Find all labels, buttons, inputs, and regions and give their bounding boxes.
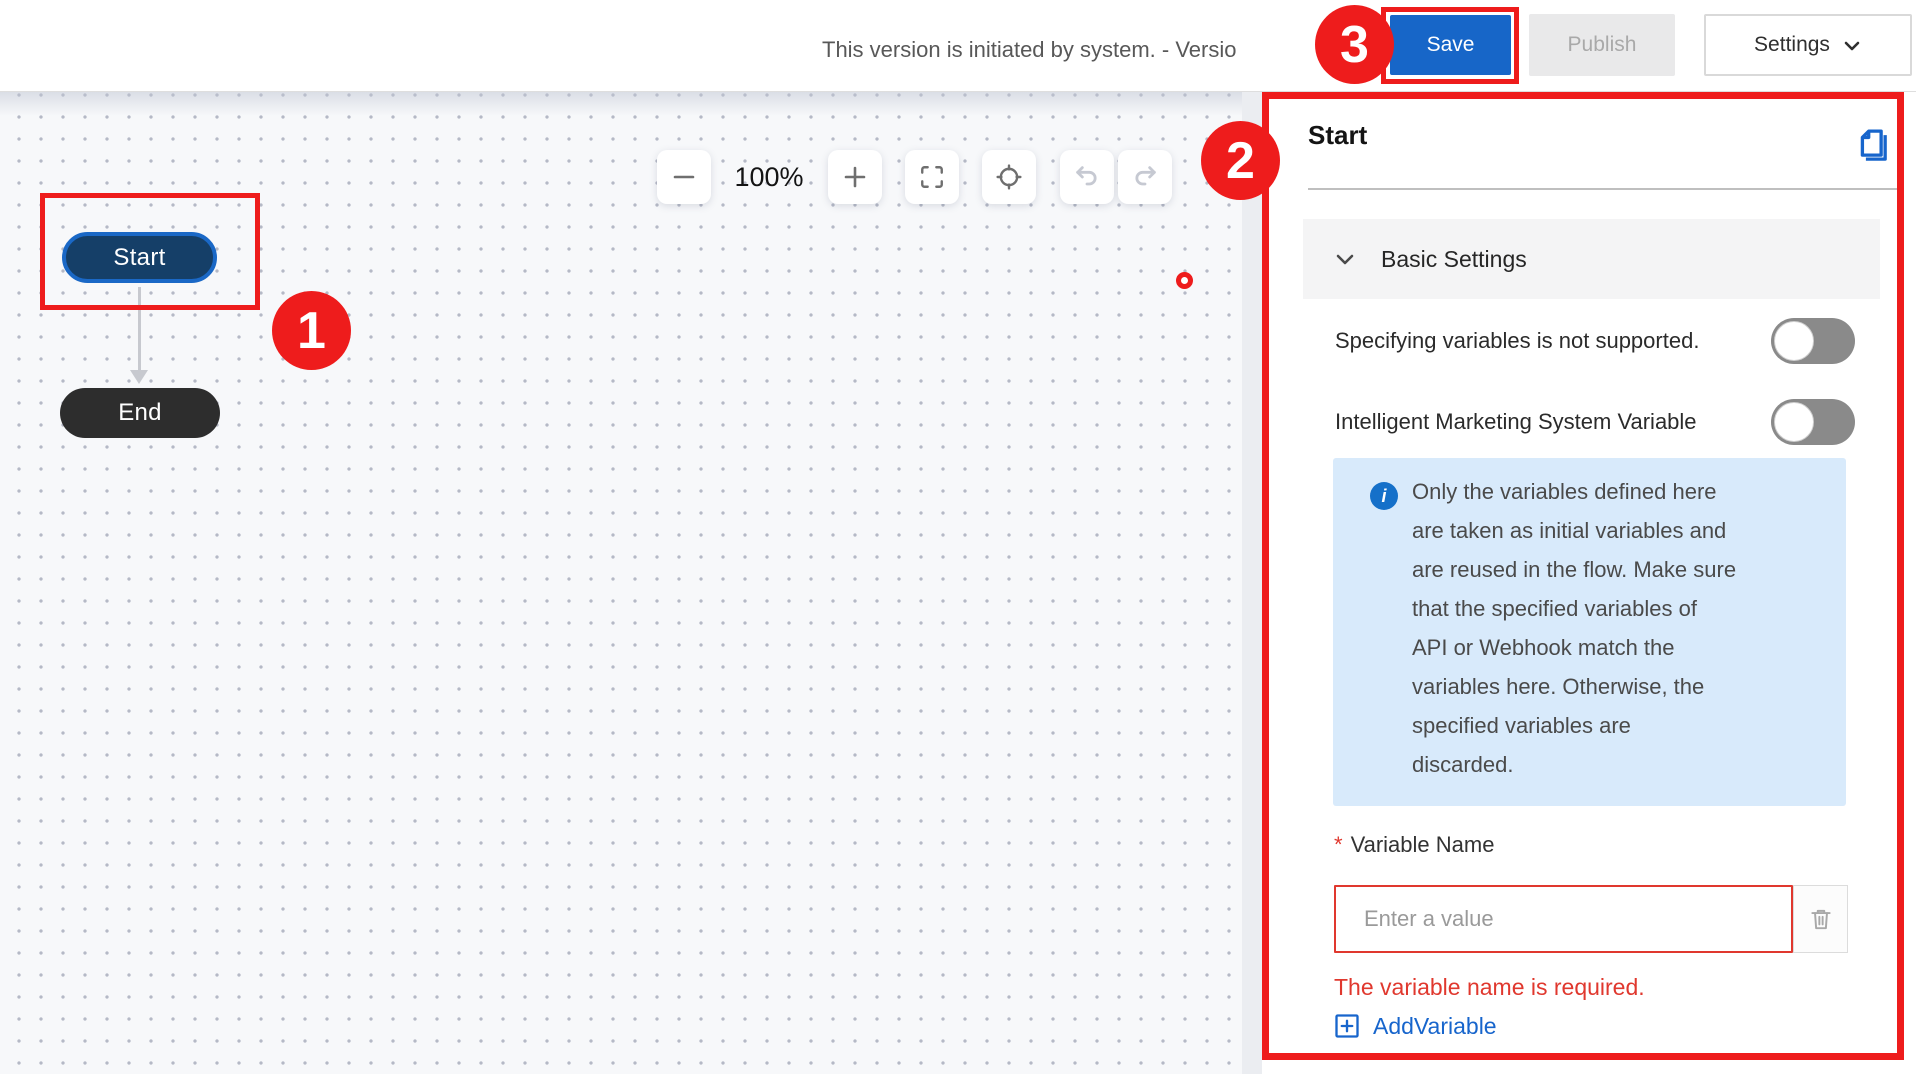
annotation-badge-1: 1 <box>272 291 351 370</box>
canvas-edge-strip <box>1242 92 1262 1074</box>
settings-button[interactable]: Settings <box>1704 14 1912 76</box>
publish-button[interactable]: Publish <box>1529 14 1675 76</box>
info-text: Only the variables defined here are take… <box>1412 479 1737 777</box>
chevron-down-icon <box>1844 41 1860 51</box>
click-marker-dot <box>1176 272 1193 289</box>
start-node[interactable]: Start <box>62 232 217 283</box>
panel-title: Start <box>1308 120 1368 150</box>
redo-icon <box>1135 166 1156 186</box>
undo-icon <box>1076 166 1097 186</box>
variable-name-label: * Variable Name <box>1334 832 1495 857</box>
topbar: This version is initiated by system. - V… <box>0 0 1916 92</box>
add-variable-button[interactable]: AddVariable <box>1333 1012 1497 1040</box>
trash-icon <box>1810 909 1831 930</box>
info-banner: i Only the variables defined here are ta… <box>1333 458 1846 806</box>
variable-error-text: The variable name is required. <box>1334 974 1645 1000</box>
delete-variable-button[interactable] <box>1793 885 1848 953</box>
start-node-label: Start <box>113 243 166 271</box>
plus-icon <box>844 166 866 188</box>
info-icon: i <box>1370 482 1398 510</box>
add-variable-label: AddVariable <box>1373 1012 1497 1039</box>
end-node-label: End <box>118 399 162 426</box>
flow-editor-screen: This version is initiated by system. - V… <box>0 0 1916 1074</box>
locate-crosshair-icon <box>996 164 1022 190</box>
undo-button[interactable] <box>1060 150 1114 204</box>
redo-button[interactable] <box>1118 150 1172 204</box>
fit-view-button[interactable] <box>905 150 959 204</box>
plus-square-icon <box>1335 1014 1359 1038</box>
variable-name-input[interactable] <box>1334 885 1793 953</box>
basic-settings-section-header[interactable]: Basic Settings <box>1303 219 1880 299</box>
canvas-top-shadow <box>0 92 1262 116</box>
zoom-level-label: 100% <box>734 162 804 192</box>
end-node[interactable]: End <box>60 388 220 438</box>
flow-canvas[interactable]: 100% Start End 1 <box>0 92 1262 1074</box>
zoom-out-button[interactable] <box>657 150 711 204</box>
copy-pages-icon <box>1860 128 1887 161</box>
config-panel: Start Basic Settings Specifying variable… <box>1262 92 1916 1074</box>
edge-start-end <box>138 287 141 371</box>
locate-button[interactable] <box>982 150 1036 204</box>
chevron-down-icon <box>1336 254 1354 265</box>
panel-divider <box>1308 188 1898 190</box>
basic-settings-label: Basic Settings <box>1381 245 1527 272</box>
toggle-knob <box>1774 402 1814 442</box>
minus-icon <box>673 175 695 179</box>
copy-button[interactable] <box>1852 124 1898 170</box>
zoom-in-button[interactable] <box>828 150 882 204</box>
fit-view-icon <box>921 166 943 188</box>
specify-variables-toggle[interactable] <box>1771 318 1855 364</box>
settings-label: Settings <box>1754 33 1830 56</box>
save-button[interactable]: Save <box>1390 15 1511 75</box>
toggle-row-specify-variables: Specifying variables is not supported. <box>1335 318 1855 364</box>
toggle-label: Intelligent Marketing System Variable <box>1335 409 1697 434</box>
toggle-knob <box>1774 321 1814 361</box>
version-status-text: This version is initiated by system. - V… <box>822 37 1237 62</box>
required-marker: * <box>1334 832 1343 857</box>
edge-arrowhead-icon <box>130 370 148 384</box>
toggle-row-ims-variable: Intelligent Marketing System Variable <box>1335 399 1855 445</box>
ims-variable-toggle[interactable] <box>1771 399 1855 445</box>
toggle-label: Specifying variables is not supported. <box>1335 328 1700 353</box>
